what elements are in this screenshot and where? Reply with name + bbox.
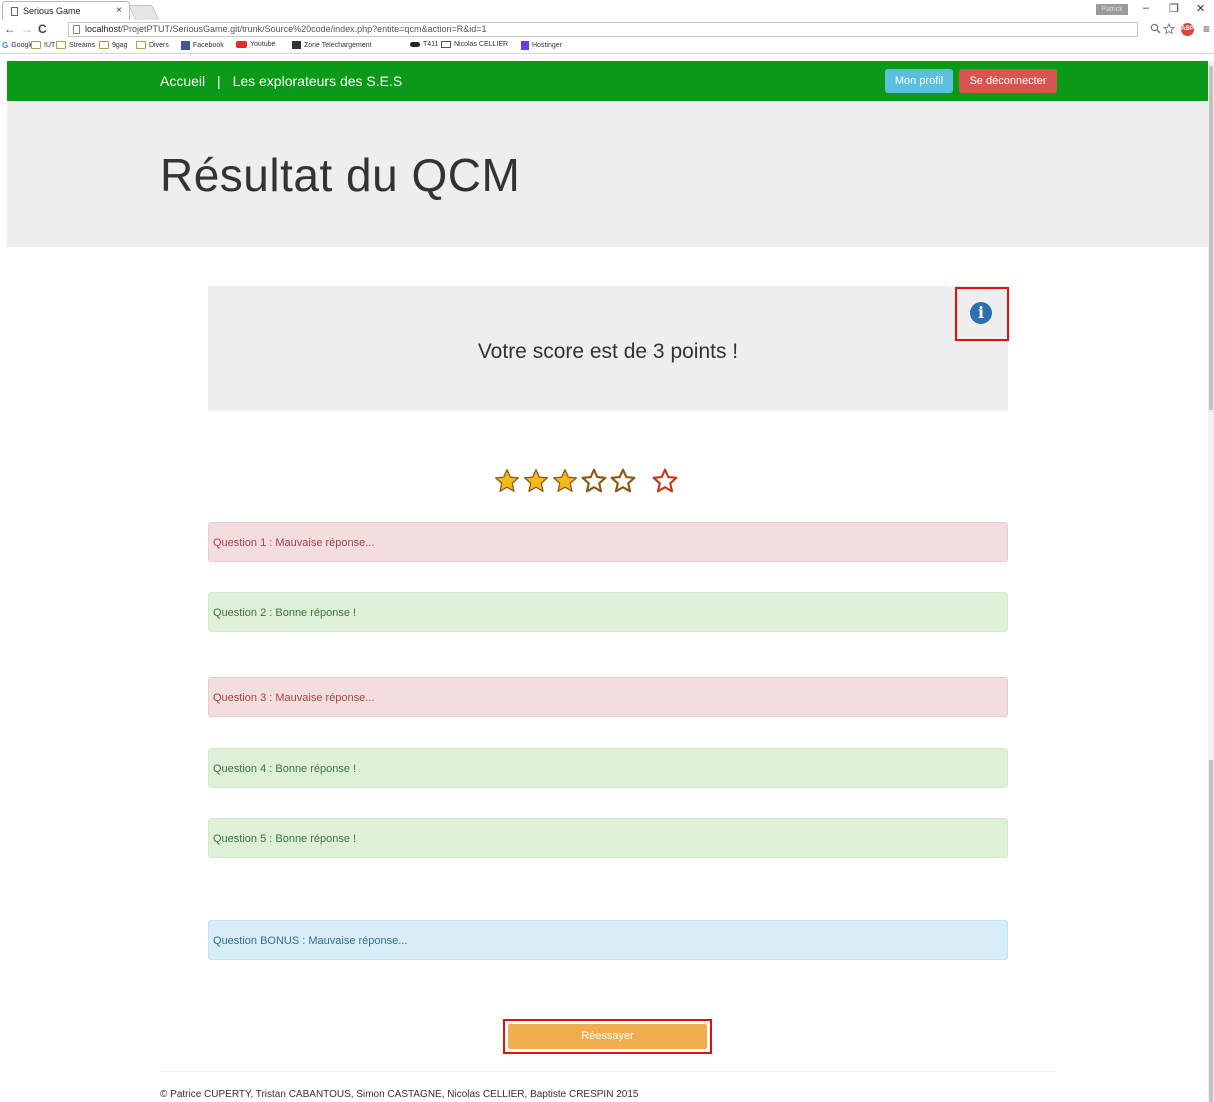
url-path: /ProjetPTUT/SeriousGame.git/trunk/Source…: [120, 24, 487, 34]
youtube-icon: [236, 41, 247, 48]
scrollbar-thumb[interactable]: [1209, 66, 1213, 410]
bookmark-hostinger[interactable]: Hostinger: [521, 41, 562, 50]
bookmark-9gag[interactable]: 9gag: [99, 41, 128, 49]
facebook-icon: [181, 41, 190, 50]
minimize-icon[interactable]: –: [1143, 2, 1149, 14]
page-title: Résultat du QCM: [160, 149, 521, 201]
nav-separator: |: [217, 73, 221, 89]
question-result-2: Question 2 : Bonne réponse !: [208, 592, 1008, 632]
bookmark-star-icon[interactable]: [1162, 22, 1176, 38]
browser-profile-button[interactable]: Patrick: [1096, 4, 1128, 15]
bookmark-facebook[interactable]: Facebook: [181, 41, 224, 50]
site-name-link[interactable]: Les explorateurs des S.E.S: [233, 73, 403, 89]
scrollbar-thumb-lower[interactable]: [1209, 760, 1213, 1102]
retry-button-frame: Réessayer: [503, 1019, 712, 1054]
folder-icon: [136, 41, 146, 49]
tab-close-icon[interactable]: ×: [116, 5, 122, 16]
question-result-4: Question 4 : Bonne réponse !: [208, 748, 1008, 788]
home-link[interactable]: Accueil: [160, 73, 205, 89]
page-icon: [11, 6, 18, 16]
profile-button[interactable]: Mon profil: [885, 69, 953, 93]
browser-tab[interactable]: Serious Game ×: [2, 1, 130, 20]
navbar-brand: Accueil | Les explorateurs des S.E.S: [160, 61, 402, 101]
bookmark-zone-telechargement[interactable]: Zone Telechargement: [292, 41, 372, 49]
bookmark-youtube[interactable]: Youtube: [236, 41, 275, 48]
footer-divider: [160, 1071, 1056, 1072]
info-button[interactable]: i: [955, 287, 1009, 341]
folder-icon: [99, 41, 109, 49]
folder-icon: [56, 41, 66, 49]
star-filled-icon: [494, 468, 520, 492]
bookmark-nicolas-cellier[interactable]: Nicolas CELLIER: [441, 41, 508, 48]
url-host: localhost: [85, 24, 121, 34]
bonus-star-icon: [652, 468, 678, 493]
star-filled-icon: [523, 468, 549, 492]
info-icon[interactable]: i: [970, 302, 992, 324]
folder-icon: [31, 41, 41, 49]
star-filled-icon: [552, 468, 578, 492]
window-close-icon[interactable]: ✕: [1196, 2, 1205, 15]
bookmark-google[interactable]: G Google: [2, 41, 34, 50]
tab-title: Serious Game: [23, 6, 81, 16]
restore-icon[interactable]: ❐: [1169, 2, 1179, 15]
browser-tab-strip: [0, 0, 1214, 20]
question-result-1: Question 1 : Mauvaise réponse...: [208, 522, 1008, 562]
star-empty-icon: [581, 468, 607, 493]
zone-telechargement-icon: [292, 41, 301, 49]
page-icon: [73, 25, 80, 34]
retry-button[interactable]: Réessayer: [508, 1024, 707, 1049]
question-result-3: Question 3 : Mauvaise réponse...: [208, 677, 1008, 717]
back-icon[interactable]: ←: [4, 22, 16, 36]
bookmark-divers[interactable]: Divers: [136, 41, 169, 49]
reload-icon[interactable]: C: [38, 22, 47, 36]
adblock-icon[interactable]: ABP: [1181, 23, 1194, 36]
monitor-icon: [441, 41, 451, 48]
bookmark-t411[interactable]: T411: [410, 41, 438, 48]
question-bonus-result: Question BONUS : Mauvaise réponse...: [208, 920, 1008, 960]
url-input[interactable]: localhost/ProjetPTUT/SeriousGame.git/tru…: [68, 22, 1138, 37]
t411-icon: [410, 42, 420, 47]
forward-icon[interactable]: →: [21, 22, 33, 36]
hostinger-icon: [521, 41, 529, 50]
star-rating: [494, 466, 681, 496]
star-empty-icon: [610, 468, 636, 493]
question-result-5: Question 5 : Bonne réponse !: [208, 818, 1008, 858]
score-text: Votre score est de 3 points !: [477, 340, 739, 363]
footer-text: © Patrice CUPERTY, Tristan CABANTOUS, Si…: [160, 1089, 639, 1100]
bookmark-streams[interactable]: Streams: [56, 41, 95, 49]
browser-menu-icon[interactable]: ≡: [1203, 22, 1210, 36]
bookmark-iut[interactable]: IUT: [31, 41, 55, 49]
google-icon: G: [2, 41, 9, 50]
zoom-icon[interactable]: [1150, 23, 1161, 37]
logout-button[interactable]: Se déconnecter: [959, 69, 1057, 93]
